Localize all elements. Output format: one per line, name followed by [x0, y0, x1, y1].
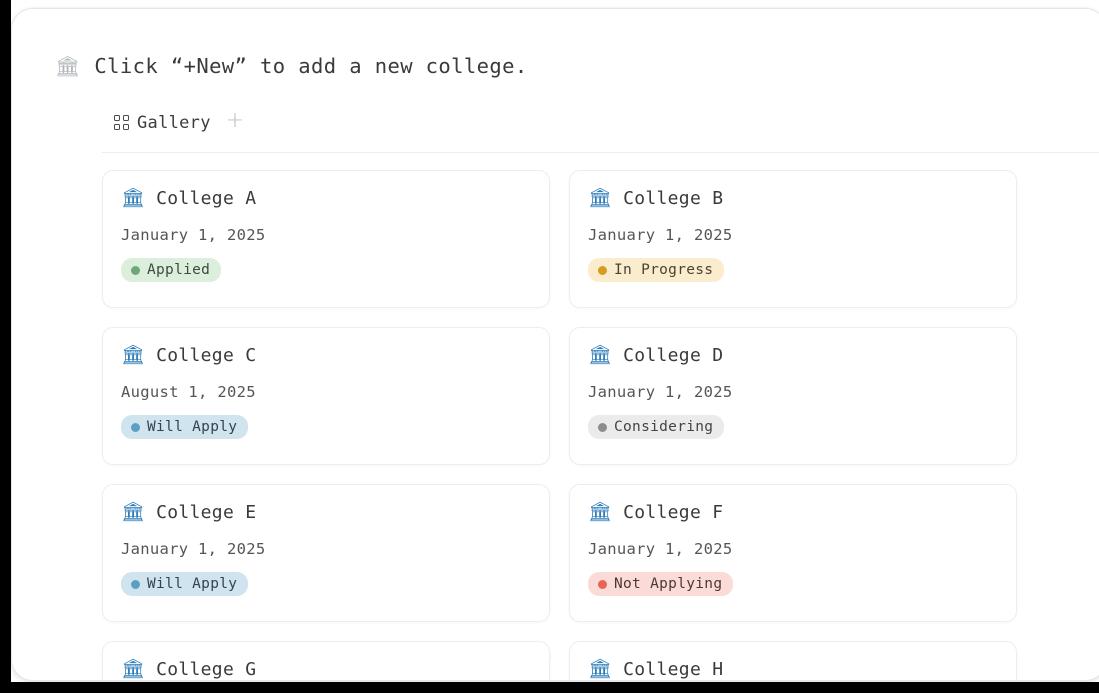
screenshot-root: 🏛 Click “+New” to add a new college. Gal…	[0, 0, 1099, 693]
status-dot-icon	[598, 422, 607, 432]
classical-building-icon: 🏛	[588, 501, 613, 523]
view-tabbar: Gallery +	[112, 110, 248, 135]
card-title-row: 🏛 College F	[588, 502, 998, 523]
card-title: College A	[156, 188, 257, 209]
status-label: In Progress	[614, 262, 714, 278]
classical-building-icon: 🏛	[121, 187, 146, 209]
page-left-edge	[0, 0, 11, 693]
status-badge[interactable]: Will Apply	[121, 572, 249, 596]
card-title-row: 🏛 College A	[121, 188, 531, 209]
tab-gallery[interactable]: Gallery	[112, 111, 213, 135]
college-card[interactable]: 🏛 College E January 1, 2025 Will Apply	[102, 484, 550, 622]
classical-building-icon: 🏛	[121, 344, 146, 366]
grid-gallery-icon	[114, 115, 129, 130]
status-label: Not Applying	[614, 576, 723, 592]
card-title: College E	[156, 502, 257, 523]
classical-building-icon: 🏛	[588, 187, 613, 209]
college-card[interactable]: 🏛 College B January 1, 2025 In Progress	[569, 170, 1017, 308]
college-card[interactable]: 🏛 College C August 1, 2025 Will Apply	[102, 327, 550, 465]
college-card[interactable]: 🏛 College F January 1, 2025 Not Applying	[569, 484, 1017, 622]
card-title: College B	[623, 188, 724, 209]
status-label: Will Apply	[147, 419, 238, 435]
status-badge[interactable]: Considering	[588, 415, 725, 439]
classical-building-icon: 🏛	[121, 501, 146, 523]
status-dot-icon	[131, 579, 140, 589]
card-title: College C	[156, 345, 257, 366]
card-title-row: 🏛 College D	[588, 345, 998, 366]
card-title-row: 🏛 College G	[121, 659, 531, 680]
card-title-row: 🏛 College H	[588, 659, 998, 680]
status-badge[interactable]: Will Apply	[121, 415, 249, 439]
college-card[interactable]: 🏛 College A January 1, 2025 Applied	[102, 170, 550, 308]
status-badge[interactable]: Not Applying	[588, 572, 734, 596]
card-date: January 1, 2025	[588, 540, 733, 558]
card-title: College G	[156, 659, 257, 680]
page-bottom-edge	[0, 682, 1099, 693]
tab-gallery-label: Gallery	[137, 112, 211, 133]
gallery-grid: 🏛 College A January 1, 2025 Applied 🏛 College…	[102, 170, 1099, 680]
card-title: College F	[623, 502, 724, 523]
classical-building-icon: 🏛	[588, 344, 613, 366]
header-divider	[102, 152, 1099, 153]
card-date: January 1, 2025	[588, 226, 733, 244]
classical-building-icon: 🏛	[55, 54, 81, 78]
status-label: Considering	[614, 419, 714, 435]
classical-building-icon: 🏛	[121, 658, 146, 680]
card-title-row: 🏛 College B	[588, 188, 998, 209]
status-dot-icon	[598, 579, 607, 589]
status-dot-icon	[598, 265, 607, 275]
window-content: 🏛 Click “+New” to add a new college. Gal…	[12, 9, 1099, 680]
status-dot-icon	[131, 265, 140, 275]
classical-building-icon: 🏛	[588, 658, 613, 680]
card-title-row: 🏛 College E	[121, 502, 531, 523]
app-window: 🏛 Click “+New” to add a new college. Gal…	[11, 8, 1099, 681]
card-date: January 1, 2025	[588, 383, 733, 401]
page-header: 🏛 Click “+New” to add a new college.	[55, 54, 528, 78]
card-title-row: 🏛 College C	[121, 345, 531, 366]
college-card[interactable]: 🏛 College D January 1, 2025 Considering	[569, 327, 1017, 465]
card-date: January 1, 2025	[121, 226, 266, 244]
card-date: August 1, 2025	[121, 383, 256, 401]
card-date: January 1, 2025	[121, 540, 266, 558]
status-badge[interactable]: In Progress	[588, 258, 725, 282]
college-card[interactable]: 🏛College HJanuary 1, 2025Considering	[569, 641, 1017, 680]
status-badge[interactable]: Applied	[121, 258, 222, 282]
card-title: College D	[623, 345, 724, 366]
status-label: Will Apply	[147, 576, 238, 592]
status-dot-icon	[131, 422, 140, 432]
page-title: Click “+New” to add a new college.	[94, 54, 528, 78]
college-card[interactable]: 🏛College GJanuary 1, 2025Not Applying	[102, 641, 550, 680]
add-view-button[interactable]: +	[222, 110, 248, 135]
status-label: Applied	[147, 262, 211, 278]
card-title: College H	[623, 659, 724, 680]
scrollbar-indicator[interactable]	[549, 652, 551, 660]
